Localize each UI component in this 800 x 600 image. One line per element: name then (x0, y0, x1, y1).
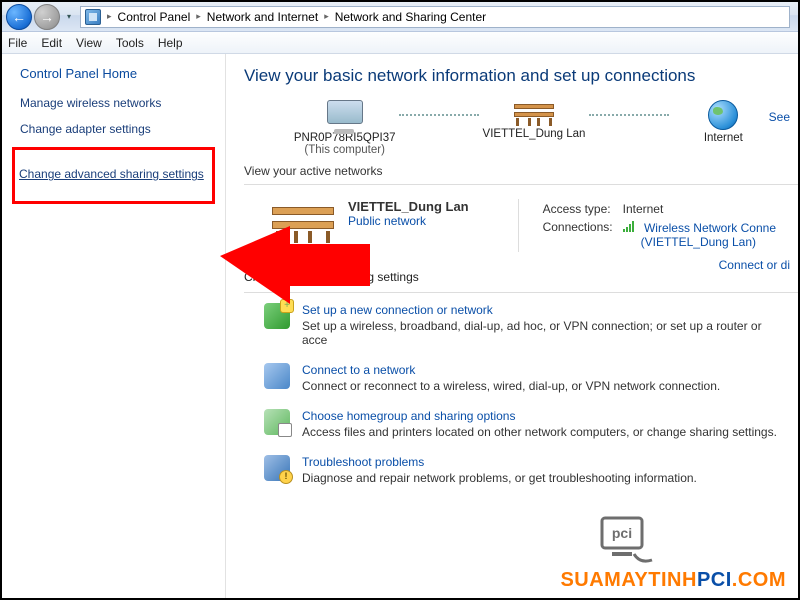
menu-bar: File Edit View Tools Help (2, 32, 798, 54)
task-troubleshoot-link[interactable]: Troubleshoot problems (302, 455, 697, 469)
titlebar: ← → ▾ ▸ Control Panel ▸ Network and Inte… (2, 2, 798, 32)
arrow-left-icon: ← (12, 9, 26, 25)
breadcrumb-seg-2[interactable]: Network and Internet (207, 10, 318, 24)
active-networks-label: View your active networks (244, 164, 798, 178)
menu-view[interactable]: View (76, 36, 102, 50)
change-settings-heading: Change your networking settings (244, 270, 798, 284)
setup-connection-icon (264, 303, 290, 329)
main-panel: View your basic network information and … (226, 54, 798, 598)
task-troubleshoot: Troubleshoot problems Diagnose and repai… (264, 455, 798, 485)
map-connector-icon (609, 100, 649, 130)
task-setup-desc: Set up a wireless, broadband, dial-up, a… (302, 319, 762, 347)
nav-back-button[interactable]: ← (6, 4, 32, 30)
active-network-details: Access type: Internet Connections: Wirel… (518, 199, 786, 252)
signal-icon (623, 220, 637, 232)
watermark-text: SUAMAYTINHPCI.COM (560, 569, 786, 592)
control-panel-icon (85, 9, 101, 25)
connect-network-icon (264, 363, 290, 389)
task-homegroup-link[interactable]: Choose homegroup and sharing options (302, 409, 777, 423)
task-connect-desc: Connect or reconnect to a wireless, wire… (302, 379, 720, 393)
menu-help[interactable]: Help (158, 36, 183, 50)
connect-disconnect-link[interactable]: Connect or di (719, 258, 790, 272)
task-homegroup: Choose homegroup and sharing options Acc… (264, 409, 798, 439)
access-type-label: Access type: (543, 201, 621, 217)
see-full-map-link[interactable]: See (769, 110, 790, 124)
watermark-logo-icon: pci (594, 512, 658, 568)
separator (244, 184, 798, 185)
breadcrumb-sep-icon: ▸ (196, 11, 201, 22)
homegroup-icon (264, 409, 290, 435)
breadcrumb-sep-icon: ▸ (107, 11, 112, 22)
active-network-type-link[interactable]: Public network (348, 214, 469, 228)
globe-icon (708, 100, 738, 130)
task-connect-link[interactable]: Connect to a network (302, 363, 720, 377)
computer-icon (327, 100, 363, 124)
arrow-right-icon: → (40, 9, 54, 25)
task-homegroup-desc: Access files and printers located on oth… (302, 425, 777, 439)
breadcrumb-seg-3[interactable]: Network and Sharing Center (335, 10, 486, 24)
content-area: Control Panel Home Manage wireless netwo… (2, 54, 798, 598)
map-network: VIETTEL_Dung Lan (459, 100, 608, 140)
sidebar-link-adapter[interactable]: Change adapter settings (20, 121, 215, 137)
address-bar[interactable]: ▸ Control Panel ▸ Network and Internet ▸… (80, 6, 790, 28)
task-troubleshoot-desc: Diagnose and repair network problems, or… (302, 471, 697, 485)
connection-link[interactable]: Wireless Network Conne (644, 221, 776, 235)
map-internet-label: Internet (649, 132, 798, 144)
sidebar-home[interactable]: Control Panel Home (20, 66, 215, 81)
task-connect-network: Connect to a network Connect or reconnec… (264, 363, 798, 393)
connections-label: Connections: (543, 219, 621, 250)
page-title: View your basic network information and … (244, 66, 798, 86)
annotation-highlight-box: Change advanced sharing settings (12, 147, 215, 203)
task-setup-connection: Set up a new connection or network Set u… (264, 303, 798, 347)
menu-tools[interactable]: Tools (116, 36, 144, 50)
nav-history-dropdown[interactable]: ▾ (62, 4, 76, 30)
access-type-value: Internet (623, 201, 784, 217)
active-network-name: VIETTEL_Dung Lan (348, 199, 469, 214)
sidebar-link-wireless[interactable]: Manage wireless networks (20, 95, 215, 111)
menu-file[interactable]: File (8, 36, 27, 50)
map-computer-sub: (This computer) (270, 144, 419, 156)
map-network-name: VIETTEL_Dung Lan (459, 128, 608, 140)
breadcrumb-sep-icon: ▸ (324, 11, 329, 22)
nav-forward-button[interactable]: → (34, 4, 60, 30)
sidebar: Control Panel Home Manage wireless netwo… (2, 54, 226, 598)
menu-edit[interactable]: Edit (41, 36, 62, 50)
svg-text:pci: pci (612, 525, 632, 541)
bench-icon (270, 203, 336, 243)
map-connector-icon (419, 100, 459, 130)
separator (244, 292, 798, 293)
map-this-computer: PNR0P78RI5QPI37 (This computer) (270, 100, 419, 156)
troubleshoot-icon (264, 455, 290, 481)
breadcrumb-seg-1[interactable]: Control Panel (118, 10, 191, 24)
active-network-row: VIETTEL_Dung Lan Public network Access t… (244, 195, 798, 262)
connection-sub: (VIETTEL_Dung Lan) (641, 235, 756, 249)
sidebar-link-advanced-sharing[interactable]: Change advanced sharing settings (19, 166, 206, 182)
bench-icon (512, 104, 556, 126)
network-map: PNR0P78RI5QPI37 (This computer) VIETTEL_… (244, 100, 798, 156)
task-setup-link[interactable]: Set up a new connection or network (302, 303, 788, 317)
